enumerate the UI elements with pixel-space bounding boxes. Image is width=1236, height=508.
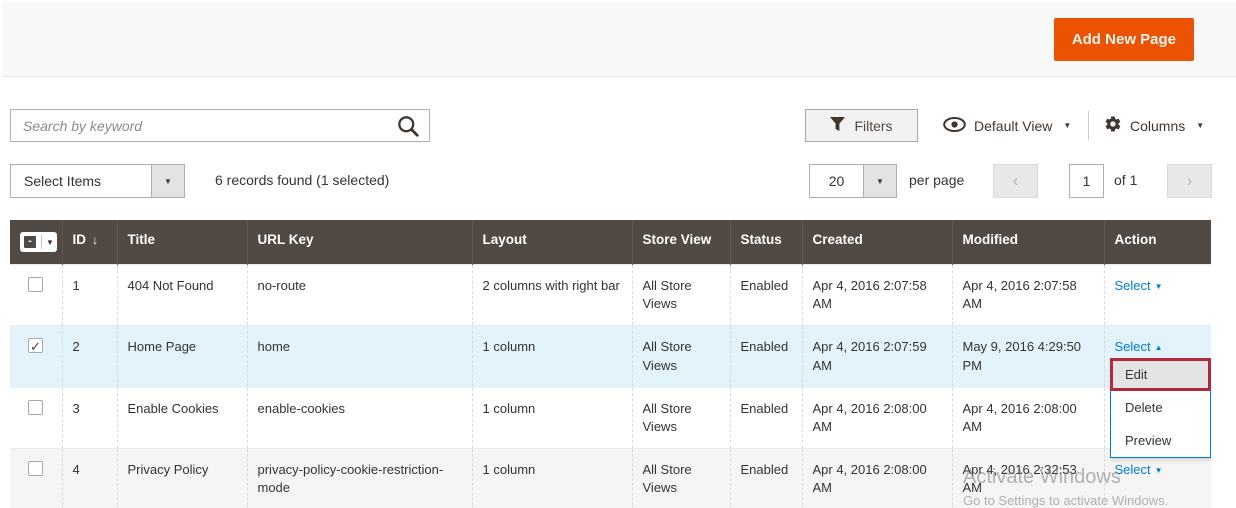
- cell-status: Enabled: [730, 265, 802, 326]
- table-row: 4 Privacy Policy privacy-policy-cookie-r…: [10, 449, 1211, 508]
- column-header-store-view[interactable]: Store View: [632, 220, 730, 265]
- column-header-action: Action: [1104, 220, 1211, 265]
- search-input[interactable]: [11, 110, 429, 141]
- column-header-layout[interactable]: Layout: [472, 220, 632, 265]
- current-page-input[interactable]: [1069, 164, 1104, 198]
- cell-layout: 2 columns with right bar: [472, 265, 632, 326]
- row-checkbox[interactable]: [28, 277, 43, 292]
- table-row-selected: 2 Home Page home 1 column All Store View…: [10, 326, 1211, 387]
- row-action-menu: Edit Delete Preview: [1110, 358, 1211, 458]
- default-view-control[interactable]: Default View ▼: [943, 109, 1071, 142]
- row-checkbox[interactable]: [28, 400, 43, 415]
- cell-status: Enabled: [730, 326, 802, 387]
- cell-title: Enable Cookies: [117, 387, 247, 448]
- toolbar-divider: [1088, 111, 1089, 140]
- cell-title: 404 Not Found: [117, 265, 247, 326]
- row-action-select-open[interactable]: Select▲: [1115, 339, 1163, 354]
- action-menu-item-preview[interactable]: Preview: [1111, 424, 1210, 457]
- chevron-down-icon: ▼: [1155, 466, 1163, 475]
- cell-id: 4: [62, 449, 117, 508]
- column-header-id[interactable]: ID↓: [62, 220, 117, 265]
- cell-modified: Apr 4, 2016 2:32:53 AM: [952, 449, 1104, 508]
- filters-button[interactable]: Filters: [805, 109, 918, 142]
- cell-url-key: home: [247, 326, 472, 387]
- total-pages-label: of 1: [1114, 172, 1137, 188]
- previous-page-button[interactable]: ‹: [993, 164, 1038, 198]
- filters-label: Filters: [854, 118, 892, 134]
- cell-layout: 1 column: [472, 326, 632, 387]
- column-header-url-key[interactable]: URL Key: [247, 220, 472, 265]
- chevron-down-icon: ▼: [1063, 121, 1071, 130]
- per-page-dropdown[interactable]: 20 ▼: [809, 164, 897, 198]
- grid-header-row: - ▼ ID↓ Title URL Key Layout Store View …: [10, 220, 1211, 265]
- gear-icon: [1104, 115, 1122, 136]
- column-header-created[interactable]: Created: [802, 220, 952, 265]
- cell-layout: 1 column: [472, 387, 632, 448]
- chevron-down-icon: ▼: [1196, 121, 1204, 130]
- select-all-dropdown[interactable]: - ▼: [20, 232, 57, 252]
- chevron-down-icon: ▼: [863, 165, 896, 197]
- add-new-page-button[interactable]: Add New Page: [1054, 18, 1194, 61]
- column-header-modified[interactable]: Modified: [952, 220, 1104, 265]
- cell-modified: May 9, 2016 4:29:50 PM: [952, 326, 1104, 387]
- row-checkbox[interactable]: [28, 461, 43, 476]
- cell-id: 1: [62, 265, 117, 326]
- chevron-up-icon: ▲: [1155, 343, 1163, 352]
- column-header-status[interactable]: Status: [730, 220, 802, 265]
- row-action-select[interactable]: Select▼: [1115, 278, 1163, 293]
- cell-store-view: All Store Views: [632, 387, 730, 448]
- cell-url-key: privacy-policy-cookie-restriction-mode: [247, 449, 472, 508]
- chevron-down-icon: ▼: [46, 238, 54, 247]
- next-page-button[interactable]: ›: [1167, 164, 1212, 198]
- row-action-select[interactable]: Select▼: [1115, 462, 1163, 477]
- cell-id: 2: [62, 326, 117, 387]
- cell-modified: Apr 4, 2016 2:07:58 AM: [952, 265, 1104, 326]
- cell-status: Enabled: [730, 449, 802, 508]
- cell-created: Apr 4, 2016 2:08:00 AM: [802, 449, 952, 508]
- cell-created: Apr 4, 2016 2:08:00 AM: [802, 387, 952, 448]
- column-header-title[interactable]: Title: [117, 220, 247, 265]
- sort-desc-icon: ↓: [92, 233, 98, 247]
- table-row: 3 Enable Cookies enable-cookies 1 column…: [10, 387, 1211, 448]
- row-checkbox-checked[interactable]: [28, 338, 43, 353]
- cell-layout: 1 column: [472, 449, 632, 508]
- search-icon[interactable]: [397, 115, 419, 142]
- filter-funnel-icon: [830, 117, 845, 134]
- grid-actions-row: Select Items ▼ 6 records found (1 select…: [10, 164, 1236, 198]
- cell-title: Privacy Policy: [117, 449, 247, 508]
- cell-store-view: All Store Views: [632, 449, 730, 508]
- cell-status: Enabled: [730, 387, 802, 448]
- cell-url-key: enable-cookies: [247, 387, 472, 448]
- columns-label: Columns: [1130, 118, 1185, 134]
- per-page-label: per page: [909, 172, 964, 188]
- cell-modified: Apr 4, 2016 2:08:00 AM: [952, 387, 1104, 448]
- default-view-label: Default View: [974, 118, 1052, 134]
- cell-id: 3: [62, 387, 117, 448]
- chevron-down-icon: ▼: [151, 165, 184, 197]
- cell-title: Home Page: [117, 326, 247, 387]
- grid-controls-row: Filters Default View ▼ Columns ▼: [10, 109, 1236, 142]
- keyword-search-box: [10, 109, 430, 142]
- table-row: 1 404 Not Found no-route 2 columns with …: [10, 265, 1211, 326]
- action-menu-item-edit[interactable]: Edit: [1110, 358, 1211, 391]
- cms-pages-grid: - ▼ ID↓ Title URL Key Layout Store View …: [10, 220, 1211, 508]
- chevron-down-icon: ▼: [1155, 282, 1163, 291]
- columns-control[interactable]: Columns ▼: [1104, 109, 1204, 142]
- page-header-band: Add New Page: [2, 2, 1236, 77]
- records-summary: 6 records found (1 selected): [215, 172, 389, 188]
- cell-store-view: All Store Views: [632, 265, 730, 326]
- cell-url-key: no-route: [247, 265, 472, 326]
- per-page-value: 20: [810, 165, 863, 197]
- action-menu-item-delete[interactable]: Delete: [1111, 391, 1210, 424]
- mass-action-dropdown[interactable]: Select Items ▼: [10, 164, 185, 198]
- mass-action-label: Select Items: [11, 165, 151, 197]
- cell-store-view: All Store Views: [632, 326, 730, 387]
- cms-pages-screen: Add New Page Filters Default View ▼: [0, 0, 1236, 508]
- cell-created: Apr 4, 2016 2:07:59 AM: [802, 326, 952, 387]
- cell-created: Apr 4, 2016 2:07:58 AM: [802, 265, 952, 326]
- indeterminate-checkbox-icon: -: [24, 236, 36, 248]
- eye-icon: [943, 117, 966, 135]
